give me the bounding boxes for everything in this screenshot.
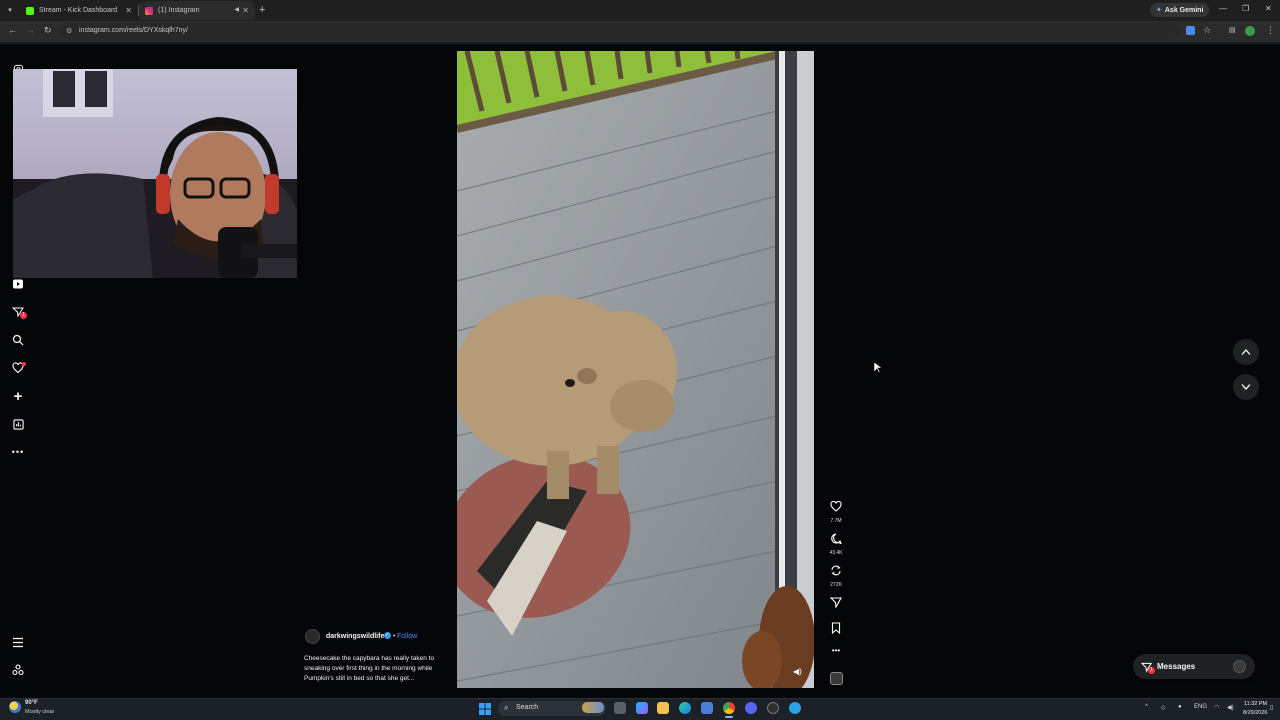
ask-gemini-label: Ask Gemini: [1164, 6, 1204, 14]
wifi-icon[interactable]: ◠: [1214, 704, 1219, 711]
like-count: 7.7M: [830, 518, 842, 524]
close-tab-icon[interactable]: ✕: [242, 6, 249, 15]
comment-button[interactable]: 43.4K: [826, 531, 846, 556]
activity-dot-icon: [22, 362, 26, 366]
new-tab-button[interactable]: +: [259, 4, 265, 16]
weather-description[interactable]: Mostly clear: [25, 709, 54, 715]
page-top-divider: [0, 42, 1280, 44]
copilot-icon[interactable]: [636, 702, 648, 714]
weather-icon[interactable]: [9, 701, 21, 713]
comment-bubble-icon: [831, 533, 842, 545]
notification-bell-icon[interactable]: ▯: [1270, 704, 1273, 711]
audio-thumbnail[interactable]: [830, 672, 843, 685]
message-contact-avatar[interactable]: [1233, 660, 1246, 673]
browser-menu-icon[interactable]: ⋮: [1266, 25, 1275, 36]
tab-search-menu-icon[interactable]: ▾: [4, 5, 16, 17]
author-username[interactable]: darkwingswildlife: [326, 633, 384, 640]
microphone-icon[interactable]: ●: [1178, 704, 1182, 710]
more-options-button[interactable]: •••: [826, 646, 846, 655]
show-hidden-icons-chevron-icon[interactable]: ^: [1145, 704, 1148, 710]
volume-icon[interactable]: ◀): [1227, 704, 1234, 711]
share-button[interactable]: [826, 595, 846, 613]
search-icon[interactable]: [10, 332, 26, 348]
ask-gemini-button[interactable]: ✦ Ask Gemini: [1150, 3, 1210, 17]
repost-count: 272K: [830, 582, 842, 588]
task-view-icon[interactable]: [614, 702, 626, 714]
speaker-icon[interactable]: ◀: [234, 6, 239, 13]
microsoft-store-icon[interactable]: [701, 702, 713, 714]
bookmark-icon: [831, 622, 841, 635]
heart-icon: [830, 500, 842, 512]
messages-label: Messages: [1157, 662, 1196, 671]
tab-title: Stream - Kick Dashboard: [39, 7, 118, 14]
instagram-favicon-icon: [145, 6, 153, 15]
edge-browser-icon[interactable]: [679, 702, 691, 714]
streamer-webcam-overlay: [13, 69, 297, 278]
restore-window-button[interactable]: ❐: [1242, 4, 1249, 13]
network-icon[interactable]: ◇: [1161, 704, 1166, 711]
extensions-icon[interactable]: ▤: [1229, 26, 1236, 34]
site-info-icon[interactable]: ⚙: [66, 27, 72, 35]
discord-icon[interactable]: [745, 702, 757, 714]
share-send-icon: [829, 597, 842, 609]
taskbar-active-indicator: [725, 716, 733, 718]
chrome-browser-icon[interactable]: [723, 702, 735, 714]
kick-favicon-icon: [26, 6, 34, 15]
forward-icon[interactable]: →: [26, 25, 35, 35]
back-icon[interactable]: ←: [8, 25, 17, 35]
tab-title: (1) Instagram: [158, 7, 200, 14]
dashboard-icon[interactable]: [10, 416, 26, 432]
previous-reel-button[interactable]: [1233, 339, 1259, 365]
clock-date[interactable]: 8/29/2026: [1243, 710, 1267, 716]
author-avatar[interactable]: [305, 629, 320, 644]
cast-icon[interactable]: [1186, 26, 1195, 35]
mouse-cursor-icon: [873, 361, 883, 379]
chevron-up-icon: [1241, 349, 1251, 355]
close-window-button[interactable]: ✕: [1265, 4, 1272, 13]
more-dots-icon[interactable]: •••: [10, 444, 26, 460]
repost-icon: [831, 565, 841, 576]
file-explorer-icon[interactable]: [657, 702, 669, 714]
separator-dot: •: [393, 633, 396, 640]
weather-temperature[interactable]: 90°F: [25, 700, 38, 706]
repost-button[interactable]: 272K: [826, 563, 846, 588]
hamburger-menu-icon[interactable]: [10, 634, 26, 650]
reel-caption[interactable]: Cheesecake the capybara has really taken…: [304, 654, 448, 684]
chevron-down-icon: [1241, 384, 1251, 390]
follow-button[interactable]: Follow: [397, 633, 417, 640]
tab-instagram[interactable]: (1) Instagram ◀ ✕: [139, 1, 255, 20]
verified-badge-icon: ✓: [384, 632, 391, 639]
create-plus-icon[interactable]: +: [10, 388, 26, 405]
address-bar[interactable]: [60, 23, 1180, 40]
start-windows-icon[interactable]: [479, 702, 491, 715]
save-button[interactable]: [826, 621, 846, 639]
notification-badge: 1: [20, 312, 27, 319]
search-highlight-thumbnail[interactable]: [582, 702, 604, 713]
reels-icon[interactable]: [10, 276, 26, 292]
minimize-window-button[interactable]: —: [1219, 4, 1227, 13]
browser-toolbar: ← → ↻: [0, 21, 1280, 42]
reel-video-player[interactable]: ◀): [457, 51, 814, 688]
telegram-icon[interactable]: [789, 702, 801, 714]
tab-kick-dashboard[interactable]: Stream - Kick Dashboard ✕: [20, 1, 138, 20]
like-button[interactable]: 7.7M: [826, 499, 846, 524]
close-tab-icon[interactable]: ✕: [125, 6, 132, 15]
next-reel-button[interactable]: [1233, 374, 1259, 400]
profile-avatar[interactable]: [1245, 26, 1255, 36]
language-indicator[interactable]: ENG: [1194, 704, 1207, 710]
obs-studio-icon[interactable]: [767, 702, 779, 714]
mute-speaker-icon[interactable]: ◀): [793, 667, 802, 676]
gemini-sparkle-icon: ✦: [1156, 7, 1162, 14]
taskbar-search-label: Search: [516, 704, 539, 711]
meta-apps-icon[interactable]: [10, 662, 26, 678]
bookmark-star-icon[interactable]: ☆: [1203, 25, 1211, 36]
url-text[interactable]: instagram.com/reels/DYXskqlh7ny/: [79, 27, 188, 34]
reload-icon[interactable]: ↻: [44, 25, 52, 36]
comment-count: 43.4K: [829, 550, 843, 556]
messages-badge: 1: [1148, 667, 1155, 674]
clock-time[interactable]: 11:32 PM: [1244, 701, 1267, 707]
taskbar-search-icon: ⌕: [504, 703, 509, 712]
